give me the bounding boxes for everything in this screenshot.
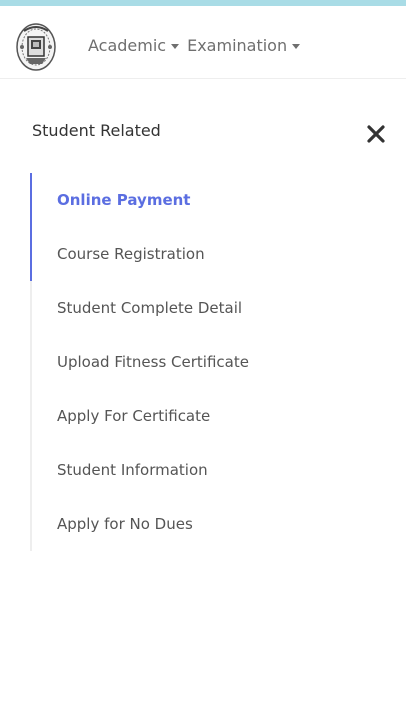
sidebar-item-label: Course Registration [57,245,205,263]
close-icon[interactable] [365,123,387,145]
sidebar-item-label: Upload Fitness Certificate [57,353,249,371]
nav-academic-label: Academic [88,36,167,55]
sidebar-menu: Online Payment Course Registration Stude… [30,173,406,551]
sidebar-item-online-payment[interactable]: Online Payment [30,173,406,227]
caret-down-icon [171,44,180,49]
nav-examination-label: Examination [187,36,288,55]
sidebar-item-upload-fitness-certificate[interactable]: Upload Fitness Certificate [30,335,406,389]
sidebar-item-apply-for-no-dues[interactable]: Apply for No Dues [30,497,406,551]
sidebar-item-label: Apply for No Dues [57,515,193,533]
navbar: Academic Examination [0,6,406,79]
sidebar-item-course-registration[interactable]: Course Registration [30,227,406,281]
sidebar-item-student-complete-detail[interactable]: Student Complete Detail [30,281,406,335]
sidebar-item-student-information[interactable]: Student Information [30,443,406,497]
sidebar-item-label: Online Payment [57,191,191,209]
sidebar-item-label: Apply For Certificate [57,407,211,425]
main-nav: Academic Examination [88,36,301,55]
caret-down-icon [292,44,301,49]
institute-emblem-icon[interactable] [14,22,58,72]
sidebar-title: Student Related [32,121,161,140]
nav-examination[interactable]: Examination [187,36,301,55]
sidebar-item-label: Student Complete Detail [57,299,243,317]
sidebar-item-label: Student Information [57,461,208,479]
sidebar-item-apply-for-certificate[interactable]: Apply For Certificate [30,389,406,443]
nav-academic[interactable]: Academic [88,36,180,55]
